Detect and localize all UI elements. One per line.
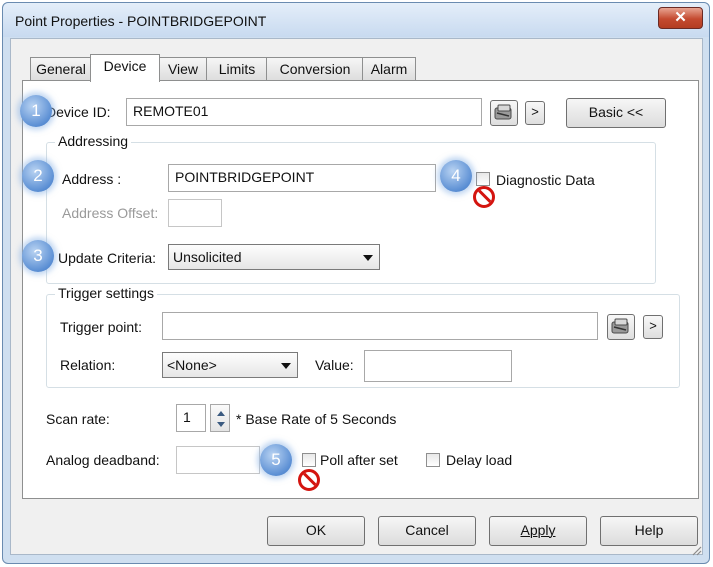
callout-badge-4: 4 (440, 160, 472, 192)
value-label: Value: (315, 357, 354, 373)
address-field[interactable]: POINTBRIDGEPOINT (168, 164, 436, 192)
resize-grip-icon[interactable] (690, 544, 702, 556)
address-offset-label: Address Offset: (62, 205, 159, 221)
tab-alarm[interactable]: Alarm (362, 57, 416, 81)
scan-rate-label: Scan rate: (46, 411, 110, 427)
trigger-browse-button[interactable] (607, 314, 635, 340)
ok-button[interactable]: OK (267, 516, 365, 546)
device-id-field[interactable]: REMOTE01 (126, 98, 482, 126)
tab-device[interactable]: Device (90, 54, 160, 82)
device-browse-icon (494, 104, 512, 120)
tab-conversion[interactable]: Conversion (266, 57, 364, 81)
scan-rate-spinner[interactable] (210, 404, 230, 432)
address-offset-field[interactable] (168, 199, 222, 227)
device-id-label: Device ID: (46, 104, 111, 120)
basic-toggle-button[interactable]: Basic << (566, 98, 666, 128)
delay-load-label: Delay load (446, 452, 513, 468)
help-button[interactable]: Help (600, 516, 698, 546)
update-criteria-value: Unsolicited (173, 249, 242, 265)
cancel-button[interactable]: Cancel (378, 516, 476, 546)
trigger-browse-icon (611, 318, 629, 334)
device-arrow-button[interactable]: > (525, 101, 545, 125)
apply-button[interactable]: Apply (489, 516, 587, 546)
trigger-arrow-button[interactable]: > (643, 315, 663, 339)
trigger-point-label: Trigger point: (60, 319, 142, 335)
delay-load-checkbox[interactable] (426, 453, 440, 467)
diagnostic-data-label: Diagnostic Data (496, 172, 595, 188)
spinner-arrows-icon (217, 411, 225, 427)
scan-rate-note: * Base Rate of 5 Seconds (236, 411, 397, 427)
callout-badge-5: 5 (260, 444, 292, 476)
tab-general[interactable]: General (30, 57, 92, 81)
tab-limits[interactable]: Limits (206, 57, 268, 81)
addressing-legend: Addressing (55, 133, 132, 149)
chevron-down-icon (281, 363, 291, 369)
title-bar[interactable]: Point Properties - POINTBRIDGEPOINT ✕ (3, 3, 709, 37)
analog-deadband-label: Analog deadband: (46, 452, 160, 468)
update-criteria-label: Update Criteria: (58, 250, 157, 266)
relation-value: <None> (167, 357, 217, 373)
relation-value-field[interactable] (364, 350, 512, 382)
window-title: Point Properties - POINTBRIDGEPOINT (15, 13, 267, 29)
poll-after-set-label: Poll after set (320, 452, 398, 468)
trigger-settings-group (46, 294, 680, 388)
trigger-settings-legend: Trigger settings (55, 285, 157, 301)
relation-label: Relation: (60, 357, 116, 373)
close-button[interactable]: ✕ (658, 7, 703, 29)
device-browse-button[interactable] (490, 100, 518, 126)
callout-badge-1: 1 (20, 95, 52, 127)
callout-badge-3: 3 (22, 240, 54, 272)
update-criteria-select[interactable]: Unsolicited (168, 244, 380, 270)
tab-view[interactable]: View (158, 57, 208, 81)
trigger-point-field[interactable] (162, 312, 598, 340)
prohibited-icon (298, 469, 320, 491)
scan-rate-field[interactable]: 1 (176, 404, 206, 432)
relation-select[interactable]: <None> (162, 352, 298, 378)
poll-after-set-checkbox[interactable] (302, 453, 316, 467)
analog-deadband-field[interactable] (176, 446, 260, 474)
diagnostic-data-checkbox[interactable] (476, 172, 490, 186)
callout-badge-2: 2 (22, 160, 54, 192)
chevron-down-icon (363, 255, 373, 261)
prohibited-icon (473, 186, 495, 208)
address-label: Address : (62, 171, 122, 187)
